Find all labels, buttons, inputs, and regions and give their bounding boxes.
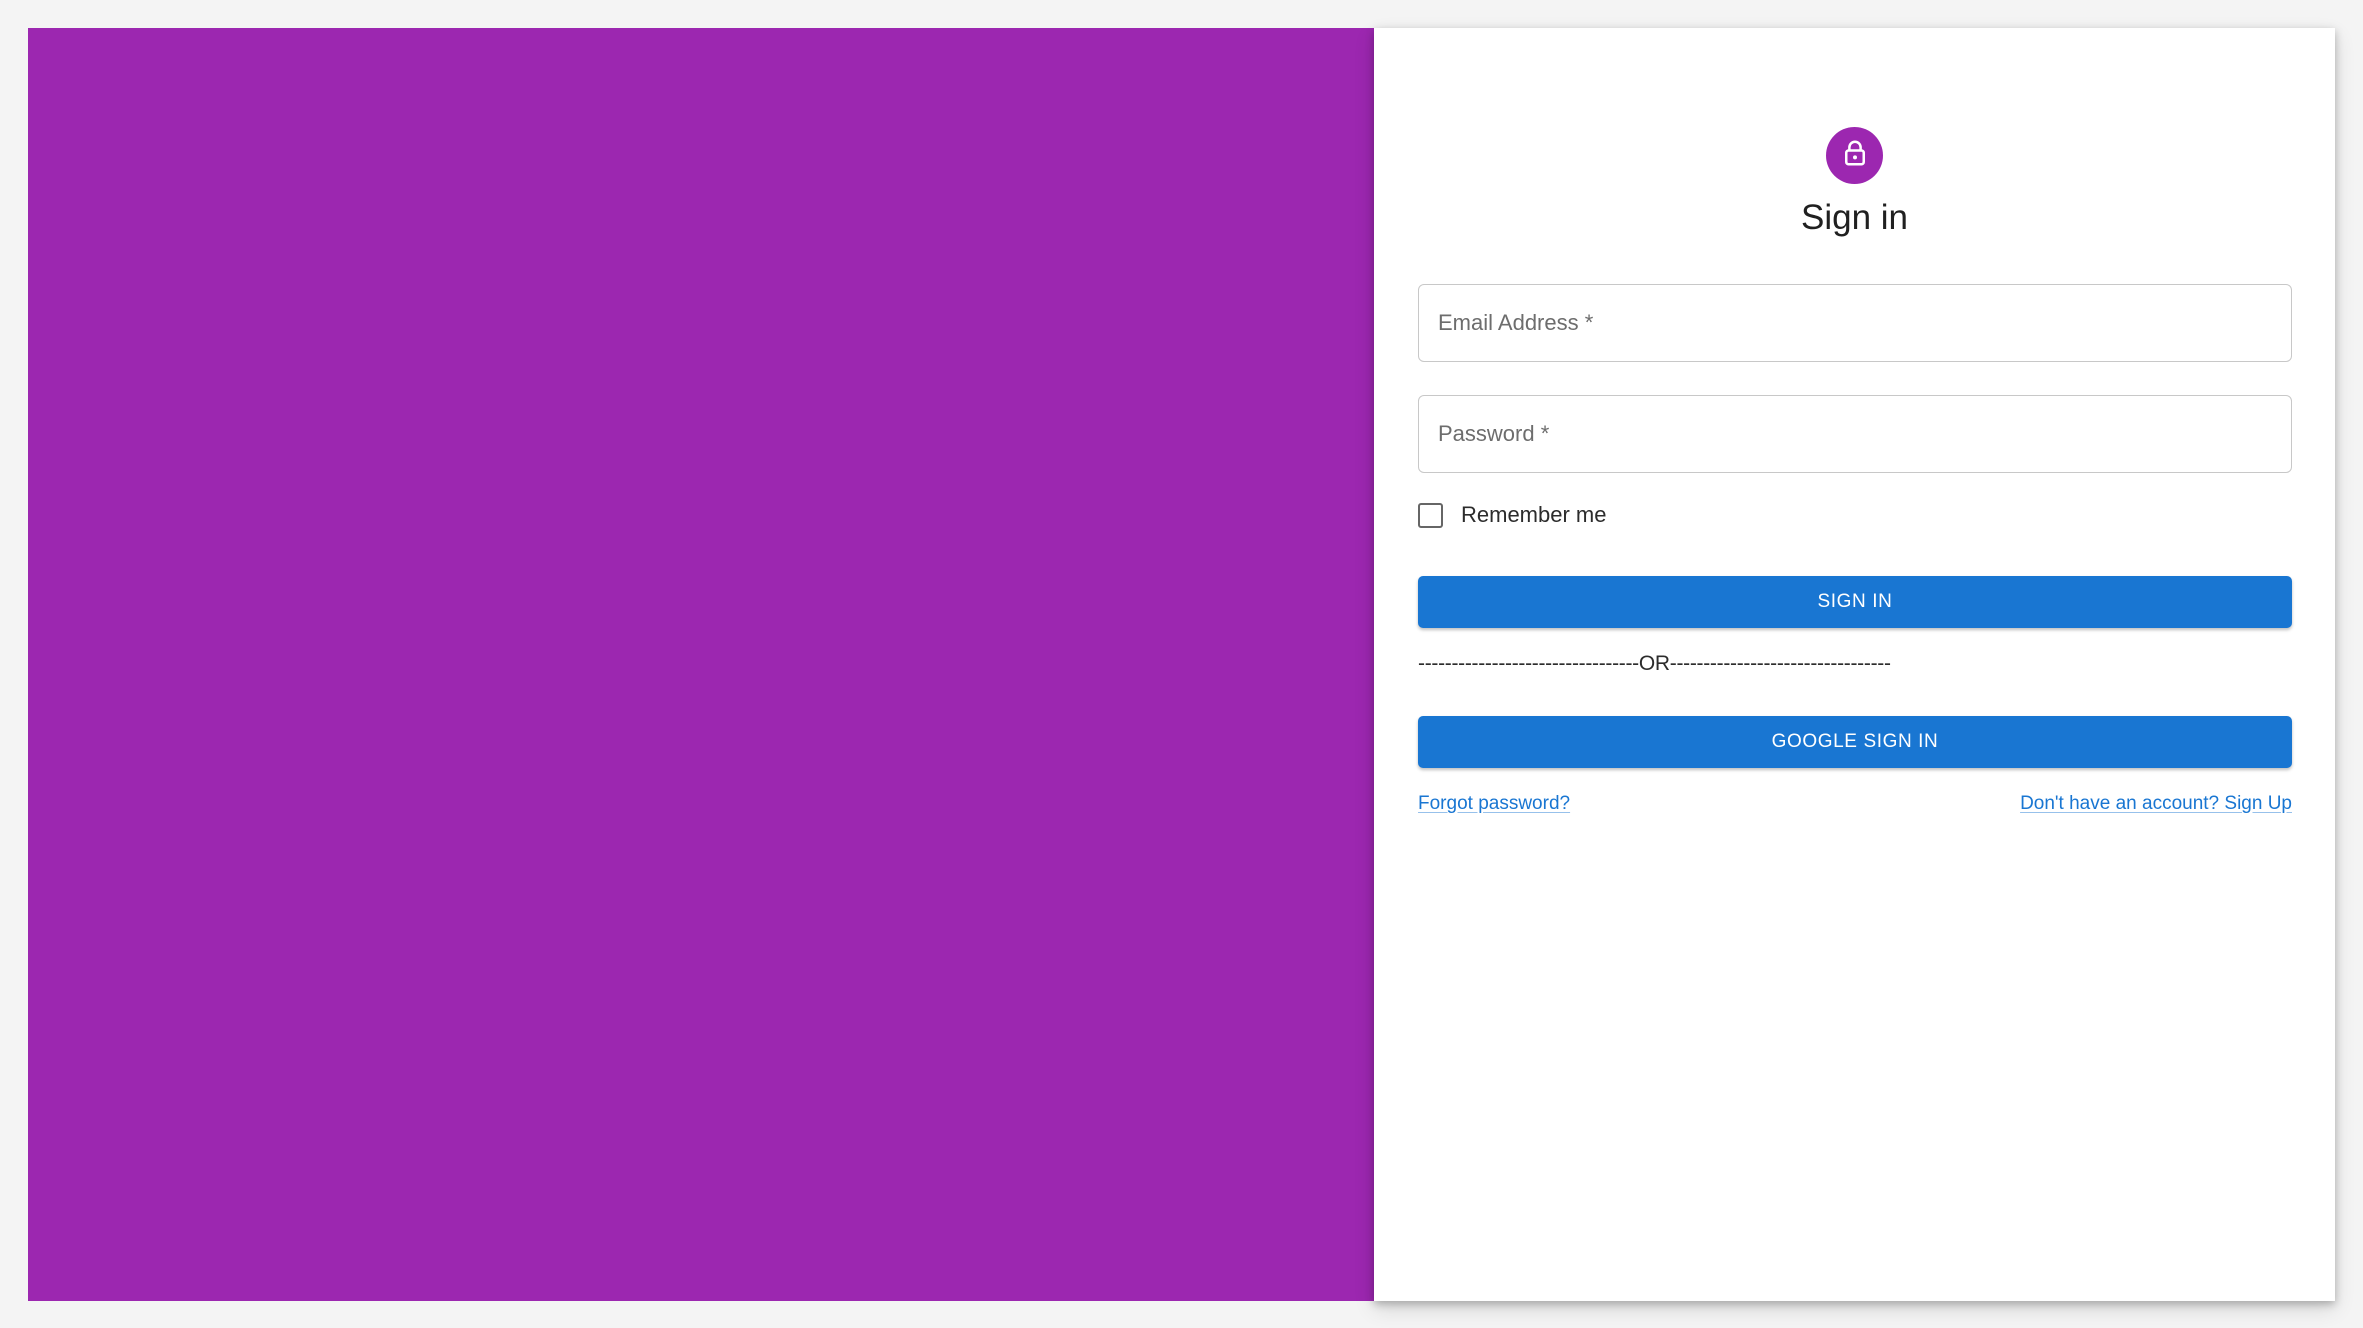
forgot-password-link[interactable]: Forgot password? <box>1418 793 1570 815</box>
hero-image-panel <box>28 28 1374 1301</box>
sign-in-button[interactable]: SIGN IN <box>1418 576 2292 628</box>
app-frame: Sign in Remember me SIGN IN ------------… <box>28 28 2335 1301</box>
page-title: Sign in <box>1800 198 1909 237</box>
lock-icon <box>1840 138 1870 173</box>
remember-me-label: Remember me <box>1461 502 1607 527</box>
google-sign-in-button[interactable]: GOOGLE SIGN IN <box>1418 716 2292 768</box>
email-field[interactable] <box>1418 284 2292 362</box>
password-input[interactable] <box>1419 396 2291 472</box>
lock-avatar <box>1826 127 1883 184</box>
remember-me-control[interactable]: Remember me <box>1418 498 1606 532</box>
sign-in-panel: Sign in Remember me SIGN IN ------------… <box>1374 28 2335 1301</box>
remember-me-checkbox[interactable] <box>1418 502 1443 528</box>
or-divider: ---------------------------------OR-----… <box>1418 652 1891 675</box>
password-field[interactable] <box>1418 395 2292 473</box>
email-input[interactable] <box>1419 285 2291 361</box>
sign-up-link[interactable]: Don't have an account? Sign Up <box>2020 793 2292 815</box>
